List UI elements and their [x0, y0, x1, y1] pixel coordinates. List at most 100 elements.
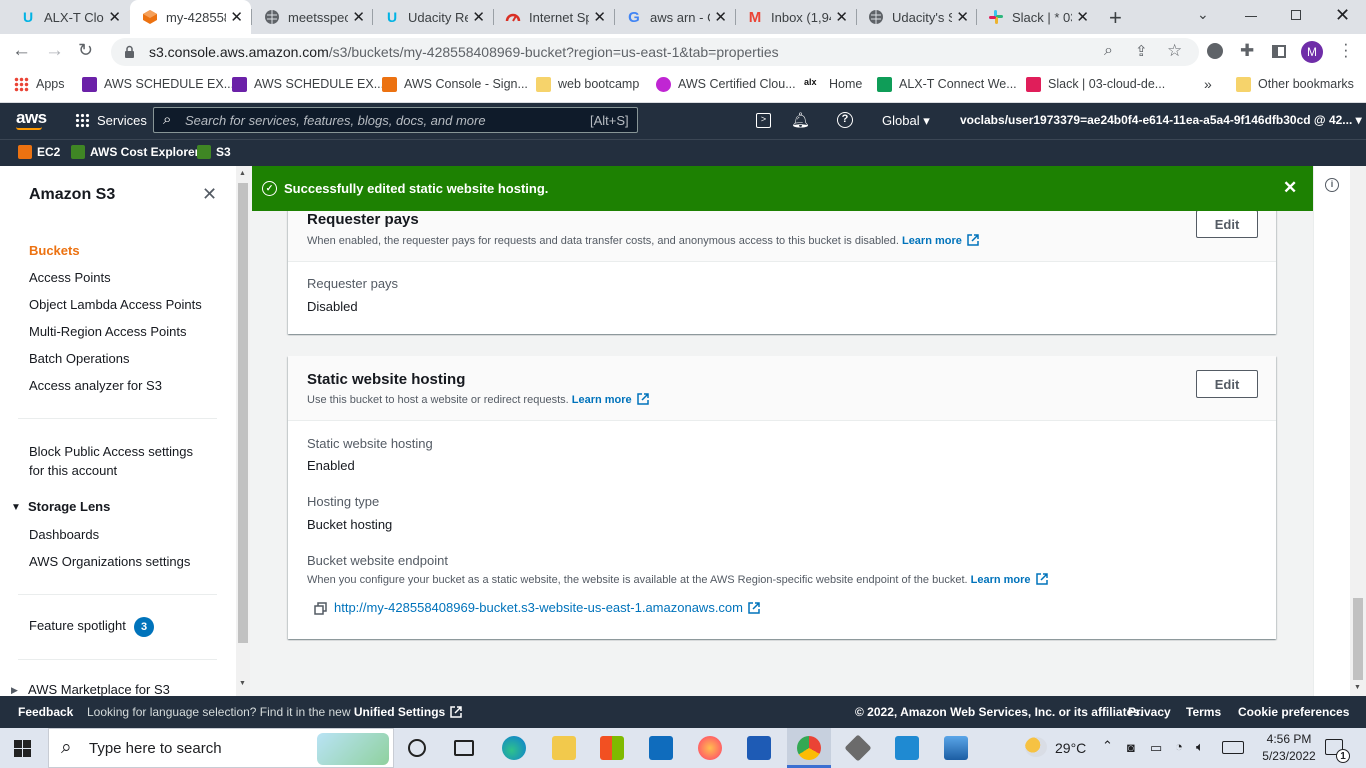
- account-menu[interactable]: voclabs/user1973379=ae24b0f4-e614-11ea-a…: [960, 113, 1362, 127]
- minimize-icon[interactable]: [1245, 16, 1257, 17]
- bookmarks-overflow-button[interactable]: »: [1204, 70, 1212, 98]
- bookmark-item[interactable]: AWS SCHEDULE EX...: [82, 70, 234, 98]
- sidebar-item-buckets[interactable]: Buckets: [29, 243, 80, 258]
- other-bookmarks[interactable]: Other bookmarks: [1236, 70, 1354, 98]
- close-icon[interactable]: ✕: [352, 8, 365, 26]
- mail-icon[interactable]: [649, 736, 673, 760]
- scrollbar-thumb[interactable]: [1353, 598, 1363, 680]
- weather-icon[interactable]: [1025, 737, 1047, 757]
- sidebar-item-object-lambda[interactable]: Object Lambda Access Points: [29, 297, 202, 312]
- close-icon[interactable]: ✕: [472, 8, 485, 26]
- media-player-icon[interactable]: [747, 736, 771, 760]
- bookmark-item[interactable]: AWS SCHEDULE EX...: [232, 70, 384, 98]
- sidebar-item-multi-region[interactable]: Multi-Region Access Points: [29, 324, 187, 339]
- privacy-link[interactable]: Privacy: [1128, 705, 1171, 719]
- address-bar[interactable]: s3.console.aws.amazon.com/s3/buckets/my-…: [111, 38, 1199, 66]
- bookmark-item[interactable]: AWS Certified Clou...: [656, 70, 796, 98]
- clock[interactable]: 4:56 PM 5/23/2022: [1258, 731, 1320, 765]
- bookmark-item[interactable]: ALX-T Connect We...: [877, 70, 1017, 98]
- extension-bug-icon[interactable]: [1207, 43, 1223, 59]
- bookmark-apps[interactable]: Apps: [14, 70, 65, 98]
- edit-static-hosting-button[interactable]: Edit: [1196, 370, 1258, 398]
- sidebar-section-storage-lens[interactable]: Storage Lens: [28, 499, 110, 514]
- windows-start-icon[interactable]: [14, 740, 31, 757]
- extensions-puzzle-icon[interactable]: ✚: [1240, 41, 1254, 61]
- firefox-icon[interactable]: [698, 736, 722, 760]
- browser-tab[interactable]: Internet Speed ✕: [493, 0, 614, 34]
- browser-tab[interactable]: G aws arn - Google ✕: [614, 0, 735, 34]
- scroll-up-icon[interactable]: ▲: [239, 170, 246, 177]
- window-close-icon[interactable]: ✕: [1335, 5, 1350, 26]
- file-explorer-icon[interactable]: [552, 736, 576, 760]
- feedback-link[interactable]: Feedback: [18, 705, 73, 719]
- forward-icon[interactable]: →: [45, 40, 64, 62]
- volume-icon[interactable]: 🔈︎: [1196, 739, 1204, 755]
- website-endpoint-link[interactable]: http://my-428558408969-bucket.s3-website…: [334, 600, 760, 615]
- close-sidebar-icon[interactable]: ✕: [202, 184, 217, 205]
- task-view-icon[interactable]: [454, 740, 474, 756]
- favorite-s3[interactable]: S3: [197, 145, 231, 159]
- bookmark-item[interactable]: alx Home: [804, 70, 862, 98]
- close-icon[interactable]: ✕: [714, 8, 727, 26]
- new-tab-button[interactable]: +: [1109, 5, 1122, 31]
- sidebar-item-access-analyzer[interactable]: Access analyzer for S3: [29, 378, 162, 393]
- collapse-caret-icon[interactable]: ▶: [11, 685, 18, 696]
- learn-more-link[interactable]: Learn more: [572, 394, 632, 406]
- close-icon[interactable]: ✕: [835, 8, 848, 26]
- tab-search-icon[interactable]: ⌄: [1197, 6, 1209, 23]
- browser-tab[interactable]: Slack | * 03 ✕: [976, 0, 1097, 34]
- browser-tab[interactable]: meetsspec ✕: [252, 0, 373, 34]
- tray-overflow-icon[interactable]: ⌃: [1102, 738, 1113, 754]
- browser-tab[interactable]: U ALX-T Cloud ✕: [8, 0, 129, 34]
- favorite-cost-explorer[interactable]: AWS Cost Explorer: [71, 145, 199, 159]
- tray-app-icon[interactable]: ◙: [1127, 740, 1135, 755]
- bookmark-item[interactable]: Slack | 03-cloud-de...: [1026, 70, 1165, 98]
- sidebar-item-access-points[interactable]: Access Points: [29, 270, 111, 285]
- page-scrollbar[interactable]: ▼: [1350, 166, 1366, 696]
- keyboard-icon[interactable]: [1222, 741, 1244, 754]
- services-menu-button[interactable]: Services: [97, 113, 147, 128]
- sidebar-item-marketplace[interactable]: AWS Marketplace for S3: [28, 682, 170, 696]
- chrome-icon[interactable]: [797, 736, 821, 760]
- sidebar-item-org-settings[interactable]: AWS Organizations settings: [29, 554, 190, 569]
- sidebar-item-block-public-access[interactable]: Block Public Access settings for this acc…: [29, 442, 193, 480]
- sidebar-item-batch-operations[interactable]: Batch Operations: [29, 351, 129, 366]
- favorite-ec2[interactable]: EC2: [18, 145, 60, 159]
- notifications-bell-icon[interactable]: 🔔︎: [791, 111, 810, 129]
- region-selector[interactable]: Global ▾: [882, 113, 930, 129]
- battery-icon[interactable]: ▭: [1150, 740, 1162, 756]
- back-icon[interactable]: ←: [12, 40, 31, 62]
- browser-tab[interactable]: M Inbox (1,94 ✕: [735, 0, 856, 34]
- scroll-down-icon[interactable]: ▼: [1354, 684, 1361, 691]
- close-icon[interactable]: ✕: [593, 8, 606, 26]
- sidebar-scrollbar[interactable]: ▲ ▼: [236, 166, 250, 696]
- share-icon[interactable]: ⇪: [1135, 42, 1148, 60]
- unified-settings-link[interactable]: Unified Settings: [354, 705, 445, 719]
- bookmark-folder[interactable]: web bootcamp: [536, 70, 639, 98]
- photos-icon[interactable]: [944, 736, 968, 760]
- browser-tab[interactable]: U Udacity Reviews ✕: [372, 0, 493, 34]
- side-panel-icon[interactable]: [1272, 45, 1286, 58]
- info-icon[interactable]: i: [1325, 178, 1339, 192]
- help-icon[interactable]: ?: [837, 112, 853, 128]
- close-icon[interactable]: ✕: [108, 8, 121, 26]
- browser-tab[interactable]: Udacity's S ✕: [856, 0, 977, 34]
- edit-requester-pays-button[interactable]: Edit: [1196, 210, 1258, 238]
- scroll-down-icon[interactable]: ▼: [239, 680, 246, 687]
- taskbar-search-input[interactable]: ⌕ Type here to search: [48, 728, 394, 768]
- learn-more-link[interactable]: Learn more: [902, 235, 962, 247]
- close-icon[interactable]: ✕: [956, 8, 969, 26]
- profile-avatar[interactable]: M: [1301, 41, 1323, 63]
- scrollbar-thumb[interactable]: [238, 183, 248, 643]
- restore-icon[interactable]: [1291, 10, 1301, 20]
- temperature[interactable]: 29°C: [1055, 740, 1086, 756]
- cortana-icon[interactable]: [408, 739, 426, 757]
- store-icon[interactable]: [600, 736, 624, 760]
- close-icon[interactable]: ✕: [1076, 8, 1089, 26]
- copy-icon[interactable]: [314, 602, 327, 620]
- close-icon[interactable]: ✕: [230, 8, 243, 26]
- edge-icon[interactable]: [502, 736, 526, 760]
- browser-tab-active[interactable]: my-428558408969-bucket ✕: [130, 0, 251, 34]
- bookmark-star-icon[interactable]: ☆: [1167, 41, 1182, 61]
- aws-search-input[interactable]: ⌕ Search for services, features, blogs, …: [153, 107, 638, 133]
